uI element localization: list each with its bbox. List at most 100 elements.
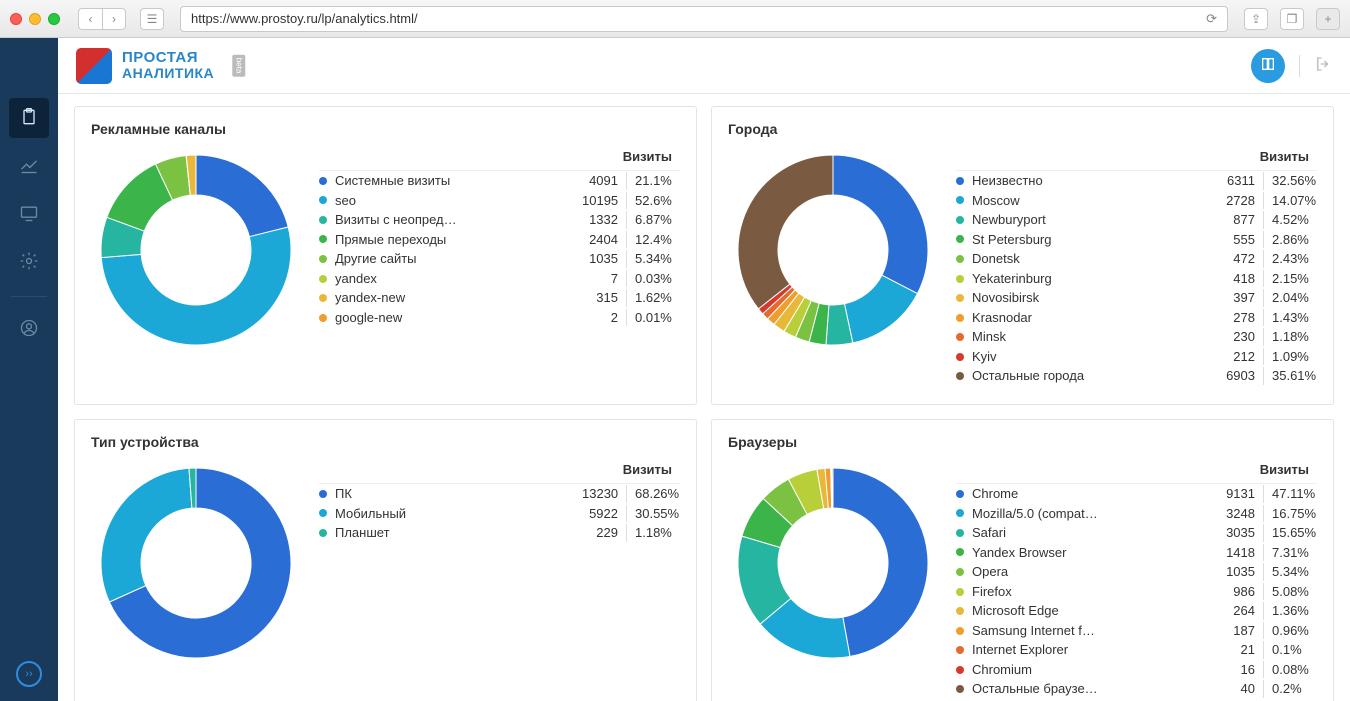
panel-title: Рекламные каналы [91, 121, 680, 137]
legend-label: google-new [335, 309, 582, 327]
tabs-button[interactable]: ❐ [1280, 8, 1304, 30]
legend-label: Kyiv [972, 348, 1219, 366]
legend-value: 1332 [582, 211, 626, 229]
legend-percent: 15.65% [1263, 524, 1317, 542]
legend-row[interactable]: Opera10355.34% [956, 562, 1317, 582]
share-button[interactable]: ⇪ [1244, 8, 1268, 30]
legend-bullet-icon [319, 294, 327, 302]
sidebar-expand[interactable]: ›› [16, 661, 42, 687]
legend-row[interactable]: Chrome913147.11% [956, 484, 1317, 504]
legend-row[interactable]: Firefox9865.08% [956, 582, 1317, 602]
legend-percent: 2.86% [1263, 231, 1317, 249]
sidebar-item-settings[interactable] [9, 242, 49, 282]
monitor-icon [19, 203, 39, 226]
legend-channels: Визиты Системные визиты409121.1%seo10195… [319, 145, 680, 327]
legend-label: seo [335, 192, 582, 210]
legend-value: 229 [582, 524, 626, 542]
legend-value: 6903 [1219, 367, 1263, 385]
legend-row[interactable]: Остальные браузе…400.2% [956, 679, 1317, 699]
logout-button[interactable] [1314, 55, 1332, 76]
legend-row[interactable]: Mozilla/5.0 (compat…324816.75% [956, 504, 1317, 524]
legend-row[interactable]: Microsoft Edge2641.36% [956, 601, 1317, 621]
legend-percent: 0.96% [1263, 622, 1317, 640]
legend-row[interactable]: Остальные города690335.61% [956, 366, 1317, 386]
legend-row[interactable]: Kyiv2121.09% [956, 347, 1317, 367]
book-icon [1260, 56, 1276, 75]
legend-percent: 35.61% [1263, 367, 1317, 385]
new-tab-button[interactable]: + [1316, 8, 1340, 30]
legend-value: 1418 [1219, 544, 1263, 562]
legend-value: 7 [582, 270, 626, 288]
legend-percent: 1.09% [1263, 348, 1317, 366]
legend-row[interactable]: Internet Explorer210.1% [956, 640, 1317, 660]
legend-percent: 4.52% [1263, 211, 1317, 229]
legend-value: 315 [582, 289, 626, 307]
legend-value: 1035 [582, 250, 626, 268]
legend-label: Планшет [335, 524, 582, 542]
url-bar[interactable]: https://www.prostoy.ru/lp/analytics.html… [180, 6, 1228, 32]
legend-value: 40 [1219, 680, 1263, 698]
legend-label: yandex [335, 270, 582, 288]
legend-header: Визиты [319, 458, 680, 484]
legend-label: Firefox [972, 583, 1219, 601]
legend-bullet-icon [319, 509, 327, 517]
donut-chart-cities [728, 145, 938, 355]
legend-row[interactable]: Yandex Browser14187.31% [956, 543, 1317, 563]
legend-bullet-icon [956, 509, 964, 517]
legend-header: Визиты [956, 145, 1317, 171]
sidebar-item-monitor[interactable] [9, 194, 49, 234]
maximize-window-icon[interactable] [48, 13, 60, 25]
legend-bullet-icon [956, 588, 964, 596]
legend-bullet-icon [319, 216, 327, 224]
legend-row[interactable]: Moscow272814.07% [956, 191, 1317, 211]
legend-percent: 2.43% [1263, 250, 1317, 268]
legend-row[interactable]: Novosibirsk3972.04% [956, 288, 1317, 308]
legend-bullet-icon [956, 314, 964, 322]
legend-row[interactable]: Newburyport8774.52% [956, 210, 1317, 230]
legend-row[interactable]: Samsung Internet f…1870.96% [956, 621, 1317, 641]
legend-label: St Petersburg [972, 231, 1219, 249]
legend-row[interactable]: Мобильный592230.55% [319, 504, 680, 524]
forward-button[interactable]: › [102, 8, 126, 30]
sidebar-item-reports[interactable] [9, 98, 49, 138]
legend-label: Safari [972, 524, 1219, 542]
legend-row[interactable]: google-new20.01% [319, 308, 680, 328]
sidebar-toggle-button[interactable]: ☰ [140, 8, 164, 30]
legend-row[interactable]: St Petersburg5552.86% [956, 230, 1317, 250]
close-window-icon[interactable] [10, 13, 22, 25]
legend-row[interactable]: Прямые переходы240412.4% [319, 230, 680, 250]
sidebar-item-analytics[interactable] [9, 146, 49, 186]
legend-row[interactable]: Donetsk4722.43% [956, 249, 1317, 269]
legend-bullet-icon [956, 177, 964, 185]
legend-row[interactable]: yandex-new3151.62% [319, 288, 680, 308]
sidebar-item-profile[interactable] [9, 309, 49, 349]
legend-percent: 5.34% [1263, 563, 1317, 581]
legend-row[interactable]: Другие сайты10355.34% [319, 249, 680, 269]
reload-icon[interactable]: ⟳ [1206, 11, 1217, 27]
legend-row[interactable]: Chromium160.08% [956, 660, 1317, 680]
legend-value: 9131 [1219, 485, 1263, 503]
legend-percent: 1.18% [626, 524, 680, 542]
legend-percent: 1.18% [1263, 328, 1317, 346]
legend-percent: 5.34% [626, 250, 680, 268]
legend-row[interactable]: Safari303515.65% [956, 523, 1317, 543]
legend-row[interactable]: Minsk2301.18% [956, 327, 1317, 347]
legend-label: Microsoft Edge [972, 602, 1219, 620]
beta-badge: beta [232, 55, 245, 77]
legend-value: 4091 [582, 172, 626, 190]
legend-bullet-icon [956, 196, 964, 204]
legend-row[interactable]: Планшет2291.18% [319, 523, 680, 543]
legend-row[interactable]: seo1019552.6% [319, 191, 680, 211]
url-text: https://www.prostoy.ru/lp/analytics.html… [191, 11, 418, 26]
legend-row[interactable]: Yekaterinburg4182.15% [956, 269, 1317, 289]
panel-title: Браузеры [728, 434, 1317, 450]
legend-row[interactable]: yandex70.03% [319, 269, 680, 289]
back-button[interactable]: ‹ [78, 8, 102, 30]
legend-row[interactable]: Системные визиты409121.1% [319, 171, 680, 191]
legend-row[interactable]: Визиты с неопред…13326.87% [319, 210, 680, 230]
docs-button[interactable] [1251, 49, 1285, 83]
legend-row[interactable]: ПК1323068.26% [319, 484, 680, 504]
minimize-window-icon[interactable] [29, 13, 41, 25]
legend-row[interactable]: Неизвестно631132.56% [956, 171, 1317, 191]
legend-row[interactable]: Krasnodar2781.43% [956, 308, 1317, 328]
